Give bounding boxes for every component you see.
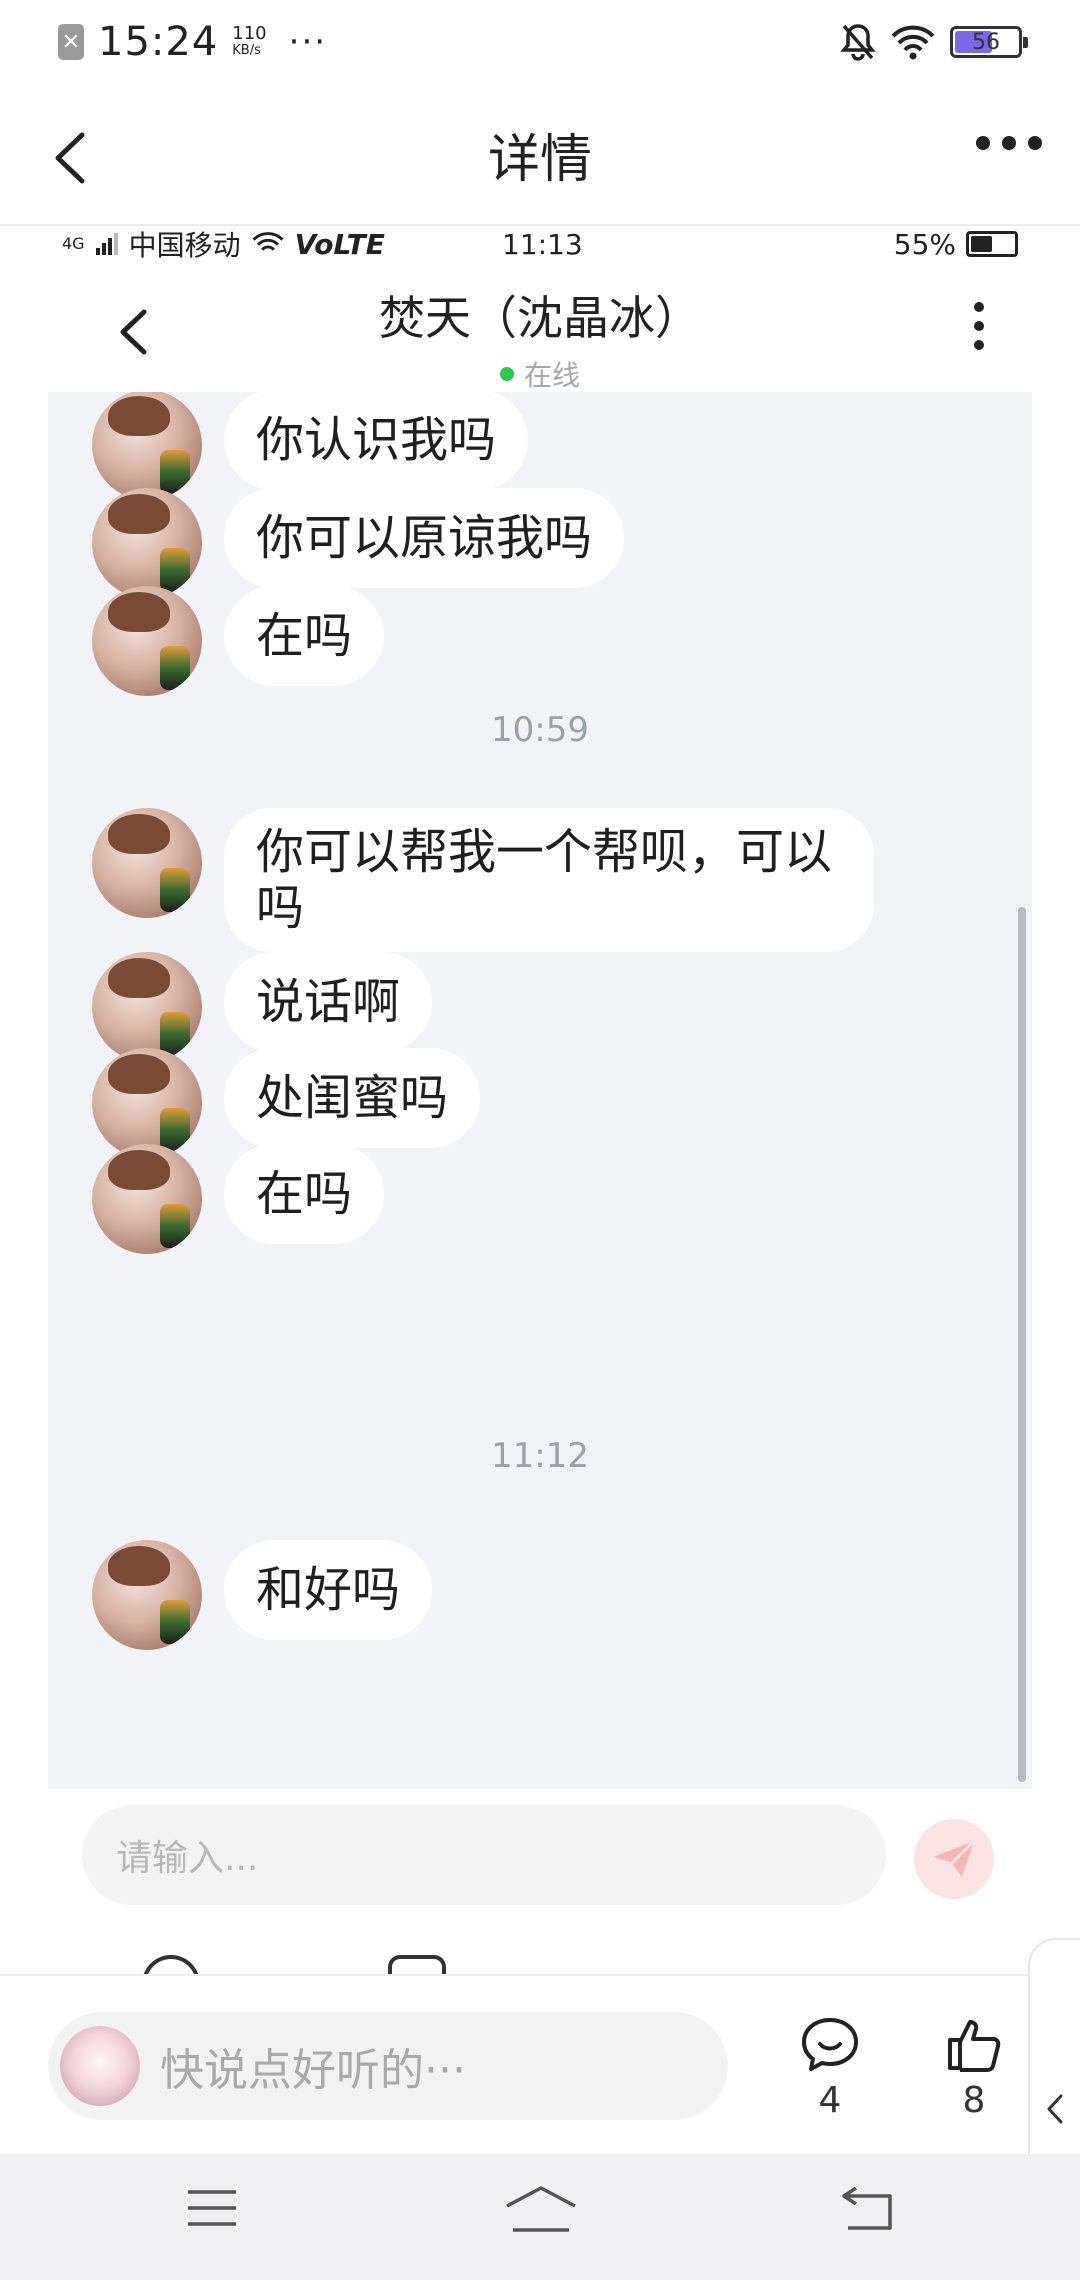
- online-status: 在线: [499, 354, 580, 394]
- comment-input[interactable]: 快说点好听的···: [48, 2012, 728, 2120]
- contact-avatar: [92, 1144, 202, 1254]
- screenshot-battery-text: 55%: [893, 227, 956, 261]
- paper-plane-icon: [934, 1839, 976, 1877]
- contact-avatar: [92, 488, 202, 598]
- screenshot-status-bar: 4G 中国移动 VoLTE 11:13 55%: [0, 226, 1080, 262]
- chat-messages: 你认识我吗 你可以原谅我吗 在吗 10:59 你可以帮我一个帮呗，可以吗 说话啊…: [48, 392, 1032, 1789]
- message-bubble: 在吗: [224, 1144, 385, 1244]
- back-button[interactable]: [52, 128, 102, 188]
- chevron-left-icon: [120, 309, 147, 355]
- like-count: 8: [962, 2080, 986, 2121]
- page-title: 详情: [487, 129, 592, 190]
- message-timestamp: 11:12: [491, 1436, 589, 1476]
- screenshot-battery: 55%: [894, 228, 1018, 261]
- signal-icon: [95, 233, 118, 255]
- message-timestamp: 10:59: [491, 710, 589, 750]
- chat-message: 你可以原谅我吗: [92, 488, 625, 598]
- message-bubble: 在吗: [224, 586, 385, 686]
- network-speed: 110 KB/s: [232, 25, 266, 59]
- app-header: 详情: [0, 84, 1080, 226]
- back-icon: [842, 2186, 892, 2230]
- contact-avatar: [92, 1048, 202, 1158]
- online-status-text: 在线: [523, 359, 580, 392]
- user-avatar: [60, 2026, 140, 2106]
- back-nav-button[interactable]: [842, 2186, 896, 2234]
- status-bar: ✕ 15:24 110 KB/s ··· 56: [0, 0, 1080, 84]
- chat-message: 和好吗: [92, 1540, 433, 1650]
- contact-avatar: [92, 586, 202, 696]
- comment-count: 4: [818, 2080, 842, 2121]
- comment-placeholder: 快说点好听的···: [160, 2045, 466, 2096]
- comment-icon: [802, 2018, 858, 2071]
- chat-scrollbar: [1018, 907, 1026, 1782]
- chat-message: 你认识我吗: [92, 392, 529, 500]
- screenshot-carrier-name: 中国移动: [128, 229, 241, 262]
- kebab-dot: [974, 321, 984, 331]
- comment-button[interactable]: 4: [800, 2016, 860, 2121]
- chat-message: 在吗: [92, 1144, 385, 1254]
- screenshot-carrier: 4G 中国移动 VoLTE: [62, 226, 385, 264]
- status-left: ✕ 15:24 110 KB/s ···: [58, 19, 327, 65]
- chevron-left-icon: [55, 132, 85, 184]
- screenshot-network-type: 4G: [62, 234, 85, 253]
- battery-level: 56: [972, 29, 1000, 55]
- more-notifications-icon: ···: [288, 22, 328, 62]
- status-time: 15:24: [98, 19, 219, 65]
- like-button[interactable]: 8: [946, 2016, 1002, 2121]
- message-bubble: 和好吗: [224, 1540, 433, 1640]
- kebab-dot: [974, 302, 984, 312]
- message-bubble: 你可以原谅我吗: [224, 488, 625, 588]
- chat-input-field: 请输入...: [82, 1805, 886, 1905]
- wifi-icon: [891, 25, 935, 60]
- battery-icon: [966, 231, 1018, 257]
- wifi-icon: [252, 232, 284, 251]
- kebab-dot: [974, 340, 984, 350]
- network-speed-unit: KB/s: [232, 43, 261, 58]
- more-dot: [976, 136, 990, 150]
- home-button[interactable]: [505, 2186, 577, 2238]
- chat-more-icon: [974, 302, 984, 350]
- thumbs-up-icon: [948, 2020, 1001, 2072]
- contact-avatar: [92, 952, 202, 1062]
- screenshot-volte: VoLTE: [294, 227, 385, 261]
- contact-name: 焚天（沈晶冰）: [379, 291, 701, 345]
- more-dot: [1028, 136, 1042, 150]
- battery-indicator: 56: [950, 26, 1028, 58]
- navigation-bar: [0, 2154, 1080, 2280]
- post-screenshot[interactable]: 4G 中国移动 VoLTE 11:13 55% 焚天（沈晶冰） 在线 你认识我吗…: [0, 226, 1080, 1974]
- chat-message: 处闺蜜吗: [92, 1048, 481, 1158]
- image-icon: [388, 1955, 446, 1974]
- chat-message: 你可以帮我一个帮呗，可以吗: [92, 808, 874, 952]
- message-bubble: 处闺蜜吗: [224, 1048, 481, 1148]
- chat-input-row: 请输入...: [48, 1789, 1032, 1919]
- online-dot: [499, 367, 514, 381]
- more-options-button[interactable]: [976, 136, 1042, 150]
- chat-back-button: [118, 304, 158, 360]
- emoji-icon: [142, 1955, 200, 1974]
- message-bubble: 说话啊: [224, 952, 433, 1052]
- menu-button[interactable]: [186, 2186, 238, 2234]
- status-right: 56: [840, 22, 1028, 62]
- chevron-left-icon: [1047, 2094, 1063, 2124]
- chat-message: 在吗: [92, 586, 385, 696]
- message-bubble: 你可以帮我一个帮呗，可以吗: [224, 808, 874, 952]
- contact-avatar: [92, 392, 202, 500]
- message-bubble: 你认识我吗: [224, 392, 529, 490]
- send-button: [914, 1819, 994, 1899]
- screenshot-time: 11:13: [502, 227, 583, 261]
- mute-bell-icon: [840, 24, 876, 61]
- menu-icon: [188, 2190, 236, 2226]
- contact-avatar: [92, 1540, 202, 1650]
- home-icon: [506, 2186, 576, 2232]
- contact-avatar: [92, 808, 202, 918]
- network-speed-value: 110: [232, 23, 267, 44]
- comment-bar: 快说点好听的··· 4 8: [0, 1974, 1080, 2154]
- chat-message: 说话啊: [92, 952, 433, 1062]
- chat-header: 焚天（沈晶冰） 在线: [0, 262, 1080, 392]
- close-box-icon: ✕: [58, 24, 84, 60]
- more-dot: [1002, 136, 1016, 150]
